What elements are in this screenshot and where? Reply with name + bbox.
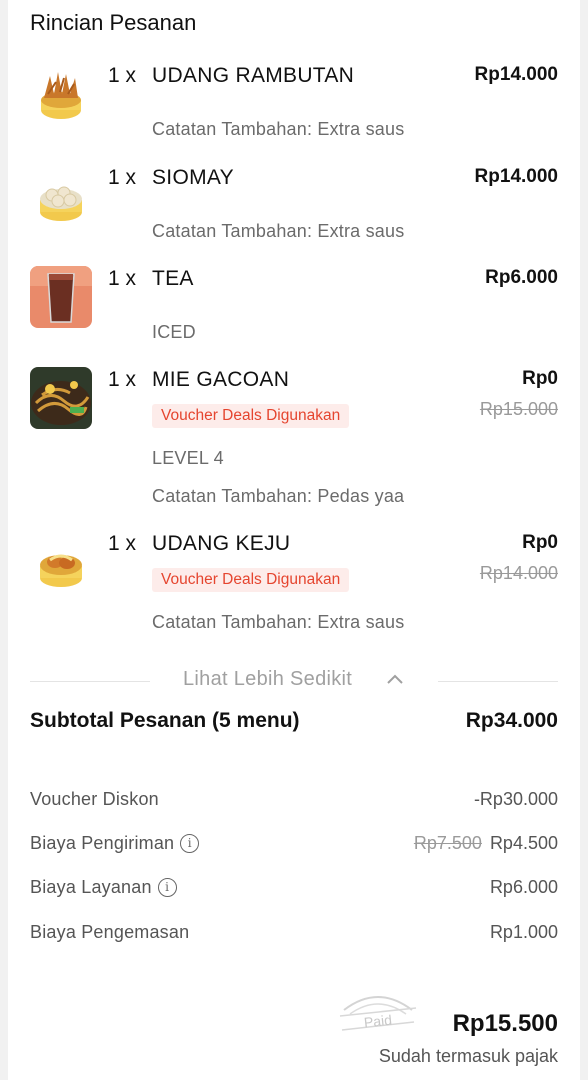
chevron-up-icon[interactable] — [385, 672, 405, 686]
cheese-shrimp-icon — [30, 532, 92, 594]
item-price: Rp14.000 — [474, 64, 558, 85]
item-price: Rp0 — [522, 368, 558, 389]
item-original-price: Rp14.000 — [479, 563, 558, 583]
item-price: Rp14.000 — [474, 166, 558, 187]
right-edge — [580, 0, 588, 1080]
fried-shrimp-icon — [30, 64, 92, 126]
voucher-discount-label: Voucher Diskon — [30, 789, 159, 809]
item-note: Catatan Tambahan: Pedas yaa — [152, 486, 405, 506]
delivery-fee-text: Biaya Pengiriman — [30, 833, 175, 853]
item-name: UDANG KEJU — [152, 532, 291, 555]
service-fee-value: Rp6.000 — [489, 877, 558, 897]
item-note: Catatan Tambahan: Extra saus — [152, 119, 405, 139]
voucher-badge: Voucher Deals Digunakan — [152, 404, 350, 428]
item-name: UDANG RAMBUTAN — [152, 64, 355, 87]
info-icon[interactable]: i — [180, 834, 200, 853]
voucher-badge: Voucher Deals Digunakan — [152, 568, 350, 592]
item-quantity: 1 x — [108, 532, 137, 555]
item-price: Rp6.000 — [485, 267, 558, 288]
item-quantity: 1 x — [108, 368, 137, 391]
delivery-fee-amount: Rp4.500 — [489, 833, 558, 853]
divider-left — [30, 681, 150, 682]
total-value: Rp15.500 — [452, 1010, 558, 1037]
item-original-price: Rp15.000 — [479, 399, 558, 419]
item-variant: ICED — [152, 322, 196, 342]
item-variant: LEVEL 4 — [152, 448, 224, 468]
delivery-fee-value: Rp7.500 Rp4.500 — [414, 833, 558, 854]
delivery-fee-original: Rp7.500 — [413, 833, 482, 853]
item-quantity: 1 x — [108, 267, 137, 290]
divider-right — [438, 681, 558, 682]
item-name: MIE GACOAN — [152, 368, 290, 391]
paid-stamp: Paid — [339, 996, 417, 1031]
item-price: Rp0 — [522, 532, 558, 553]
subtotal-value: Rp34.000 — [465, 709, 558, 732]
delivery-fee-label: Biaya Pengiriman i — [30, 833, 200, 854]
subtotal-label: Subtotal Pesanan (5 menu) — [30, 709, 300, 732]
item-note: Catatan Tambahan: Extra saus — [152, 221, 405, 241]
show-less-toggle[interactable]: Lihat Lebih Sedikit — [183, 668, 352, 691]
service-fee-label: Biaya Layanan i — [30, 877, 177, 898]
item-name: TEA — [152, 267, 194, 290]
item-note: Catatan Tambahan: Extra saus — [152, 612, 405, 632]
packaging-fee-label: Biaya Pengemasan — [30, 922, 190, 942]
left-edge — [0, 0, 8, 1080]
packaging-fee-value: Rp1.000 — [489, 922, 558, 942]
service-fee-text: Biaya Layanan — [30, 877, 152, 897]
info-icon[interactable]: i — [157, 878, 177, 897]
stamp-text: Paid — [363, 1012, 393, 1031]
iced-tea-icon — [30, 266, 92, 328]
dumpling-icon — [30, 166, 92, 228]
total-tax-note: Sudah termasuk pajak — [378, 1046, 558, 1066]
item-quantity: 1 x — [108, 64, 137, 87]
item-quantity: 1 x — [108, 166, 137, 189]
section-title: Rincian Pesanan — [30, 10, 197, 35]
voucher-discount-value: -Rp30.000 — [473, 789, 558, 809]
item-name: SIOMAY — [152, 166, 234, 189]
noodle-icon — [30, 367, 92, 429]
